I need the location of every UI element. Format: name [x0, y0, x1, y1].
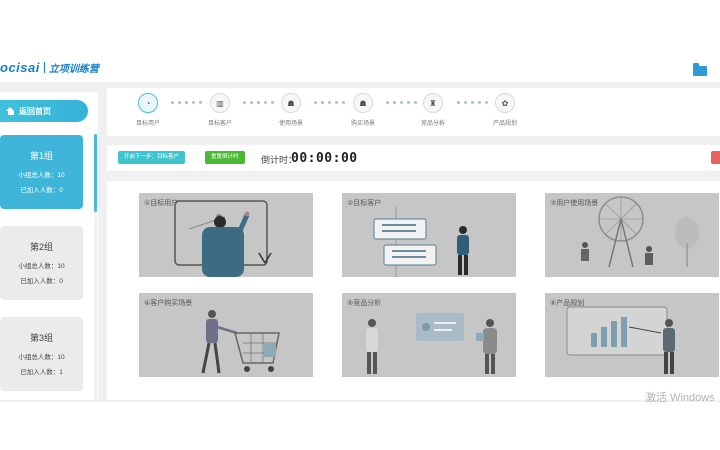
- tile-purchase-scene[interactable]: ④客户购买场景: [139, 293, 313, 377]
- step-label: 目标客户: [207, 121, 232, 127]
- group-total: 小组总人数：10: [18, 354, 65, 361]
- group-joined: 已加入人数：0: [20, 278, 63, 285]
- sidebar: 返回首页 第1组 小组总人数：10 已加入人数：0 第2组 小组总人数：10 已…: [0, 92, 98, 400]
- tile-label: ②目标客户: [347, 200, 382, 207]
- header: ocisai 立项训练营: [0, 0, 720, 82]
- tile-label: ③用户使用场景: [550, 200, 599, 207]
- sidebar-scroll-thumb[interactable]: [94, 134, 97, 212]
- group-card-2[interactable]: 第2组 小组总人数：10 已加入人数：0: [0, 226, 83, 300]
- group-title: 第2组: [29, 242, 53, 252]
- step-label: 使用场景: [278, 121, 303, 127]
- step-usage-scene[interactable]: ☗ 使用场景: [266, 93, 316, 127]
- logo: ocisai 立项训练营: [0, 59, 99, 75]
- tile-label: ①目标用户: [144, 200, 179, 207]
- target-user-icon: ◔: [138, 93, 158, 113]
- tile-target-customer[interactable]: ②目标客户: [342, 193, 516, 277]
- tile-label: ⑥产品规划: [550, 300, 585, 307]
- step-product-planning[interactable]: ✿ 产品规划: [480, 93, 530, 127]
- back-home-label: 返回首页: [19, 106, 51, 116]
- step-label: 目标用户: [135, 121, 160, 127]
- tile-target-user[interactable]: ①目标用户: [139, 193, 313, 277]
- end-button[interactable]: [711, 151, 720, 164]
- reset-timer-button[interactable]: 重置倒计时: [205, 151, 245, 164]
- tile-competitor[interactable]: ⑤竞品分析: [342, 293, 516, 377]
- step-label: 购买场景: [350, 121, 375, 127]
- folder-icon[interactable]: [693, 63, 707, 76]
- logo-divider: [43, 61, 45, 73]
- purchase-scene-icon: ☗: [353, 93, 373, 113]
- group-joined: 已加入人数：1: [20, 369, 63, 376]
- competitor-icon: ♜: [423, 93, 443, 113]
- timer-value: 00:00:00: [291, 151, 358, 166]
- step-target-user[interactable]: ◔ 目标用户: [123, 93, 173, 127]
- tile-label: ④客户购买场景: [144, 300, 193, 307]
- windows-activation-watermark: 激活 Windows: [645, 392, 715, 404]
- target-customer-icon: ▥: [210, 93, 230, 113]
- toolbar: 开启下一步：目标客户 重置倒计时 倒计时： 00:00:00: [107, 145, 720, 171]
- app-window: ocisai 立项训练营 返回首页 第1组 小组总人数：10 已加入人数：0 第…: [0, 0, 720, 450]
- step-competitor[interactable]: ♜ 竞品分析: [408, 93, 458, 127]
- next-step-button[interactable]: 开启下一步：目标客户: [118, 151, 186, 164]
- step-label: 竞品分析: [420, 121, 445, 127]
- step-label: 产品规划: [492, 121, 517, 127]
- step-purchase-scene[interactable]: ☗ 购买场景: [338, 93, 388, 127]
- tile-product-planning[interactable]: ⑥产品规划: [545, 293, 719, 377]
- step-target-customer[interactable]: ▥ 目标客户: [195, 93, 245, 127]
- main-panel: ①目标用户 ②目标客户 ③用户使用场景 ④客户购买场景 ⑤竞品分析 ⑥产品规划: [107, 181, 720, 400]
- usage-scene-icon: ☗: [281, 93, 301, 113]
- group-card-3[interactable]: 第3组 小组总人数：10 已加入人数：1: [0, 317, 83, 391]
- step-progress-bar: ◔ 目标用户 ▥ 目标客户 ☗ 使用场景 ☗ 购买场景 ♜ 竞品分析 ✿ 产品规…: [107, 88, 720, 136]
- group-total: 小组总人数：10: [18, 263, 65, 270]
- group-joined: 已加入人数：0: [20, 187, 63, 194]
- group-title: 第3组: [29, 333, 53, 343]
- palette-icon: ✿: [495, 93, 515, 113]
- home-icon: [6, 107, 15, 115]
- group-card-1[interactable]: 第1组 小组总人数：10 已加入人数：0: [0, 135, 83, 209]
- tile-label: ⑤竞品分析: [347, 300, 382, 307]
- logo-word: ocisai: [0, 59, 40, 75]
- logo-title: 立项训练营: [48, 63, 99, 75]
- back-home-button[interactable]: 返回首页: [0, 100, 88, 122]
- group-title: 第1组: [29, 151, 53, 161]
- tile-usage-scene[interactable]: ③用户使用场景: [545, 193, 719, 277]
- group-total: 小组总人数：10: [18, 172, 65, 179]
